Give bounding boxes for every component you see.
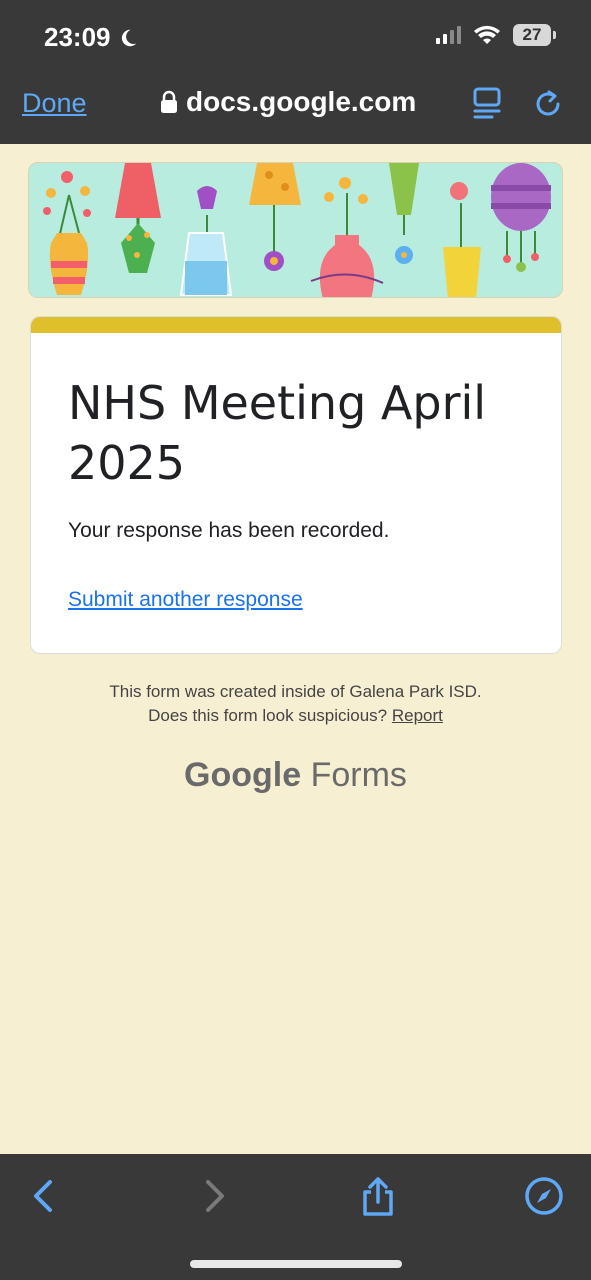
lock-icon <box>161 90 177 113</box>
status-time-text: 23:09 <box>44 22 111 52</box>
moon-icon <box>121 29 136 46</box>
home-indicator[interactable] <box>190 1260 402 1268</box>
reload-icon[interactable] <box>532 86 564 120</box>
form-title: NHS Meeting April 2025 <box>68 376 487 490</box>
url-text: docs.google.com <box>186 86 417 117</box>
forward-icon[interactable] <box>194 1176 234 1216</box>
status-right: 27 <box>436 24 556 46</box>
top-chrome: 23:09 27 Done docs.google.com <box>0 0 591 144</box>
footer-suspicious-text: Does this form look suspicious? <box>148 706 388 725</box>
wifi-icon <box>474 25 500 44</box>
done-button[interactable]: Done <box>22 88 87 119</box>
share-icon[interactable] <box>358 1176 398 1216</box>
card-accent-bar <box>31 317 561 333</box>
reader-icon[interactable] <box>472 86 502 120</box>
google-wordmark: Google <box>184 756 302 794</box>
back-icon[interactable] <box>24 1176 64 1216</box>
confirmation-message: Your response has been recorded. <box>68 519 390 542</box>
submit-another-response-link[interactable]: Submit another response <box>68 588 303 612</box>
footer-org-line: This form was created inside of Galena P… <box>109 682 482 701</box>
footer-report-line: Does this form look suspicious? Report <box>0 704 591 728</box>
browser-bar: Done docs.google.com <box>0 76 591 132</box>
battery-icon: 27 <box>513 24 556 46</box>
battery-level: 27 <box>522 25 542 44</box>
confirmation-card: NHS Meeting April 2025 Your response has… <box>30 316 562 654</box>
signal-icon <box>436 26 461 44</box>
address-bar[interactable]: docs.google.com <box>160 86 416 118</box>
forms-wordmark: Forms <box>310 756 407 794</box>
flower-vases-illustration <box>43 163 551 297</box>
status-time: 23:09 <box>44 22 139 53</box>
report-link[interactable]: Report <box>392 706 443 725</box>
form-header-banner <box>28 162 563 298</box>
form-footer: This form was created inside of Galena P… <box>0 680 591 728</box>
compass-icon[interactable] <box>524 1176 564 1216</box>
google-forms-logo[interactable]: Google Forms <box>0 756 591 795</box>
